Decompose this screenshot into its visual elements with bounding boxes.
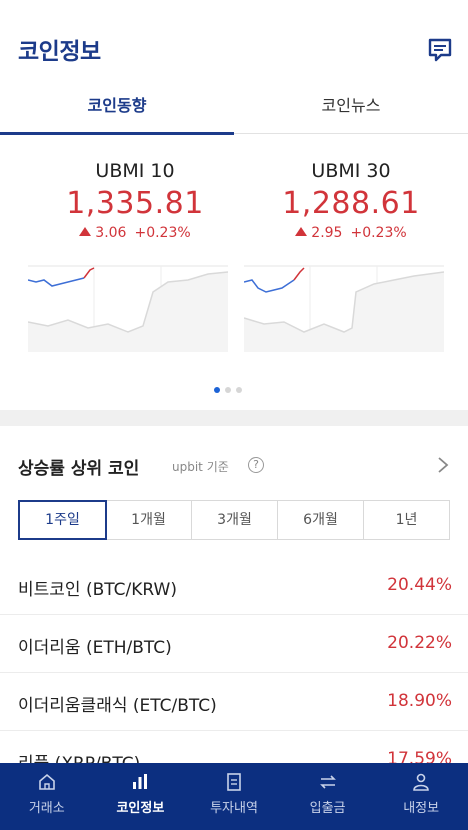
index-change: 3.06 +0.23%: [28, 225, 242, 241]
period-1-week[interactable]: 1주일: [18, 500, 107, 540]
coin-name: 이더리움클래식 (ETC/BTC): [18, 696, 217, 716]
help-icon[interactable]: ?: [248, 457, 264, 473]
section-title: 상승률 상위 코인: [18, 459, 140, 479]
nav-coin-info[interactable]: 코인정보: [94, 763, 188, 830]
period-1-year[interactable]: 1년: [364, 501, 449, 539]
tab-coin-news[interactable]: 코인뉴스: [234, 88, 468, 134]
index-card-ubmi10[interactable]: UBMI 10 1,335.81 3.06 +0.23%: [28, 150, 242, 360]
chevron-right-icon[interactable]: [436, 456, 450, 474]
index-name: UBMI 30: [311, 160, 391, 182]
period-1-month[interactable]: 1개월: [106, 501, 192, 539]
carousel-indicator[interactable]: [214, 378, 247, 393]
index-value: 1,335.81: [66, 186, 204, 221]
index-sparkline-chart: [244, 265, 444, 352]
nav-label: 투자내역: [210, 801, 258, 816]
index-change-amount: 3.06: [95, 225, 127, 241]
coin-row[interactable]: 이더리움 (ETH/BTC) 20.22%: [0, 615, 468, 673]
period-6-months[interactable]: 6개월: [278, 501, 364, 539]
nav-investment-history[interactable]: 투자내역: [187, 763, 281, 830]
nav-label: 입출금: [309, 801, 346, 816]
section-tabs: 코인동향 코인뉴스: [0, 88, 468, 135]
tab-coin-trends[interactable]: 코인동향: [0, 88, 234, 135]
carousel-dot[interactable]: [225, 387, 231, 393]
carousel-dot[interactable]: [236, 387, 242, 393]
section-basis: upbit 기준: [172, 460, 229, 474]
bar-chart-icon: [133, 774, 148, 789]
coin-rate: 20.22%: [387, 633, 452, 653]
index-change-percent: +0.23%: [134, 225, 191, 241]
section-divider: [0, 410, 468, 426]
bottom-navigation: 거래소 코인정보 투자내역 입출금 내정보: [0, 763, 468, 830]
nav-label: 내정보: [403, 801, 440, 816]
index-change-amount: 2.95: [311, 225, 343, 241]
period-3-months[interactable]: 3개월: [192, 501, 278, 539]
document-icon: [227, 773, 241, 791]
home-icon: [38, 773, 55, 790]
index-change-percent: +0.23%: [350, 225, 407, 241]
page-title: 코인정보: [18, 39, 101, 65]
nav-deposit-withdraw[interactable]: 입출금: [281, 763, 375, 830]
chat-bubble-icon[interactable]: [426, 36, 454, 64]
app-header: 코인정보: [0, 0, 468, 88]
nav-my-info[interactable]: 내정보: [374, 763, 468, 830]
index-value: 1,288.61: [282, 186, 420, 221]
index-sparkline-chart: [28, 265, 228, 352]
nav-label: 거래소: [28, 801, 65, 816]
transfer-icon: [319, 775, 336, 789]
coin-name: 비트코인 (BTC/KRW): [18, 580, 177, 600]
index-change: 2.95 +0.23%: [244, 225, 458, 241]
up-triangle-icon: [295, 227, 308, 236]
person-icon: [413, 773, 429, 791]
period-selector: 1주일 1개월 3개월 6개월 1년: [18, 500, 450, 540]
coin-rate: 18.90%: [387, 691, 452, 711]
index-name: UBMI 10: [95, 160, 175, 182]
up-triangle-icon: [79, 227, 92, 236]
carousel-dot-active[interactable]: [214, 387, 220, 393]
coin-name: 이더리움 (ETH/BTC): [18, 638, 172, 658]
nav-exchange[interactable]: 거래소: [0, 763, 94, 830]
coin-row[interactable]: 이더리움클래식 (ETC/BTC) 18.90%: [0, 673, 468, 731]
index-card-ubmi30[interactable]: UBMI 30 1,288.61 2.95 +0.23%: [244, 150, 458, 360]
nav-label: 코인정보: [116, 801, 165, 816]
coin-rate: 20.44%: [387, 575, 452, 595]
coin-row[interactable]: 비트코인 (BTC/KRW) 20.44%: [0, 557, 468, 615]
